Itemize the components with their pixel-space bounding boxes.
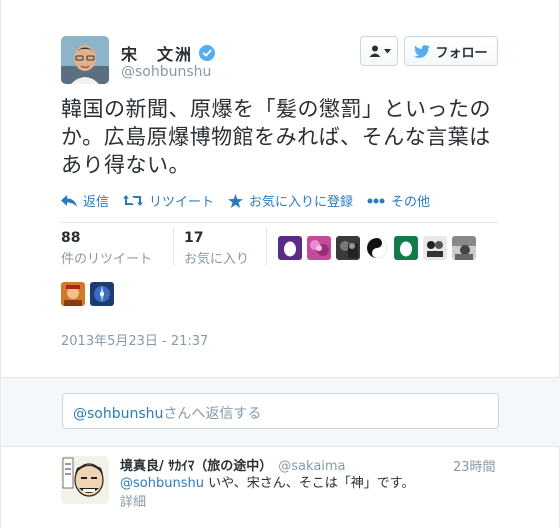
reply-author-avatar[interactable] (61, 456, 109, 504)
reply-mention: @sohbunshu (73, 406, 164, 422)
reply-input[interactable]: @sohbunshuさんへ返信する (62, 393, 499, 429)
tweet-timestamp: 2013年5月23日 - 21:37 (61, 334, 209, 349)
engager-avatars (278, 236, 476, 260)
reply-icon (61, 194, 77, 207)
engager-avatars-row-2 (61, 282, 114, 306)
author-handle[interactable]: @sohbunshu (121, 64, 211, 80)
tweet-actions: 返信 リツイート お気に入りに登録 その他 (61, 191, 444, 210)
tweet-permalink: 宋 文洲 @sohbunshu フォロー 韓国の新聞、原爆を「髪の懲罰」といった… (0, 0, 560, 527)
pattern-avatar-icon (90, 282, 114, 306)
egg-avatar-icon (394, 236, 418, 260)
user-avatar-icon (61, 36, 109, 84)
reply-text-body: いや、宋さん、そこは「神」です。 (203, 476, 415, 491)
engager-avatar[interactable] (61, 282, 85, 306)
tweet-text: 韓国の新聞、原爆を「髪の懲罰」といったのか。広島原爆博物館をみれば、そんな言葉は… (61, 97, 491, 177)
user-actions-dropdown[interactable] (360, 36, 398, 66)
engager-avatar[interactable] (278, 236, 302, 260)
reply-text: @sohbunshu いや、宋さん、そこは「神」です。 (120, 472, 414, 491)
follow-label: フォロー (435, 45, 488, 61)
photo-avatar-icon (452, 236, 476, 260)
engager-avatar[interactable] (365, 236, 389, 260)
follow-button[interactable]: フォロー (404, 36, 498, 66)
reply-text-mention[interactable]: @sohbunshu (120, 476, 204, 491)
twitter-bird-icon (414, 44, 431, 58)
manga-avatar-icon (61, 456, 109, 504)
engager-avatar[interactable] (423, 236, 447, 260)
engager-avatar[interactable] (307, 236, 331, 260)
stat-separator (173, 228, 174, 266)
more-action[interactable]: その他 (367, 191, 430, 210)
more-dots-icon (367, 198, 385, 203)
more-label: その他 (391, 195, 431, 210)
photo-avatar-icon (336, 236, 360, 260)
engager-avatar[interactable] (90, 282, 114, 306)
photo-avatar-icon (61, 282, 85, 306)
divider (61, 222, 498, 223)
author-name[interactable]: 宋 文洲 (121, 41, 193, 65)
star-icon (228, 193, 244, 208)
photo-avatar-icon (423, 236, 447, 260)
flower-avatar-icon (307, 236, 331, 260)
favorite-count-label: お気に入り (184, 252, 250, 267)
reply-area: @sohbunshuさんへ返信する (2, 377, 560, 447)
stat-separator (266, 228, 267, 266)
reply-placeholder: さんへ返信する (163, 406, 262, 422)
author-avatar[interactable] (61, 36, 109, 84)
engager-avatar[interactable] (336, 236, 360, 260)
retweet-count: 88 (61, 230, 81, 246)
reply-action[interactable]: 返信 (61, 191, 109, 210)
favorite-stat[interactable]: 17 お気に入り (184, 230, 249, 267)
verified-badge-icon (199, 45, 216, 61)
yinyang-avatar-icon (365, 236, 389, 260)
favorite-action[interactable]: お気に入りに登録 (228, 191, 353, 210)
engager-avatar[interactable] (394, 236, 418, 260)
reply-time[interactable]: 23時間 (453, 456, 496, 475)
favorite-count: 17 (184, 230, 204, 246)
reply-detail-link[interactable]: 詳細 (120, 491, 146, 510)
reply-label: 返信 (83, 195, 110, 210)
retweet-stat[interactable]: 88 件のリツイート (61, 230, 152, 267)
retweet-action[interactable]: リツイート (123, 191, 214, 210)
engager-avatar[interactable] (452, 236, 476, 260)
user-dropdown-icon (369, 45, 380, 57)
caret-down-icon (383, 48, 391, 53)
retweet-label: リツイート (149, 195, 215, 210)
retweet-icon (123, 195, 144, 206)
retweet-count-label: 件のリツイート (61, 252, 153, 267)
author-name-row[interactable]: 宋 文洲 (121, 41, 216, 65)
egg-avatar-icon (278, 236, 302, 260)
favorite-label: お気に入りに登録 (249, 195, 354, 210)
